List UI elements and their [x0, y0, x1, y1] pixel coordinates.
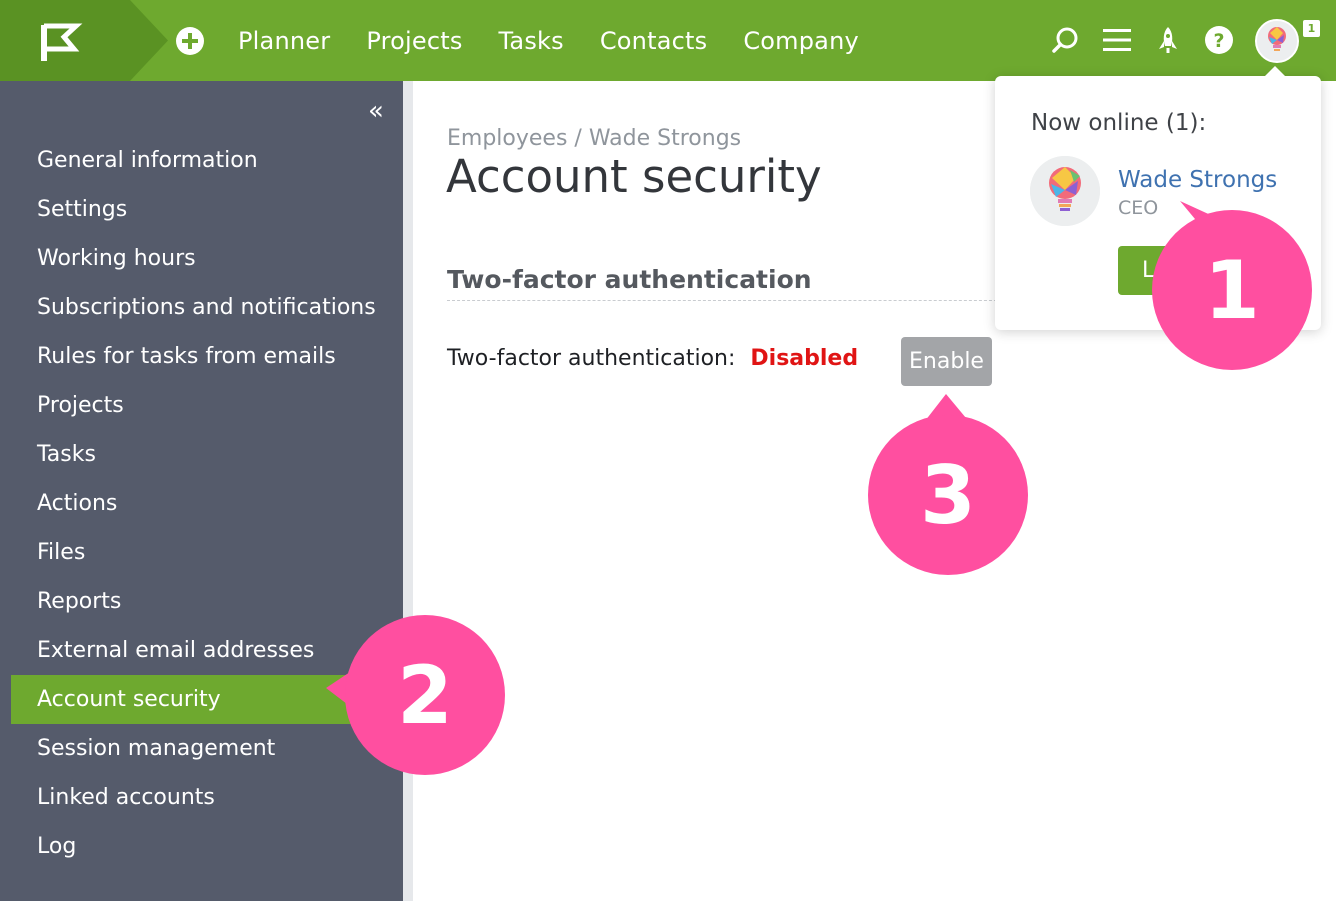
callout-3: 3 — [868, 415, 1028, 575]
sidebar-item-reports[interactable]: Reports — [11, 577, 403, 626]
sidebar-item-general-information[interactable]: General information — [11, 136, 403, 185]
nav-tasks[interactable]: Tasks — [499, 27, 564, 55]
sidebar-item-working-hours[interactable]: Working hours — [11, 234, 403, 283]
popup-title: Now online (1): — [1031, 110, 1207, 136]
sidebar-item-log[interactable]: Log — [11, 822, 403, 871]
section-title: Two-factor authentication — [447, 265, 812, 294]
user-avatar[interactable] — [1255, 19, 1299, 63]
enable-button[interactable]: Enable — [901, 337, 992, 386]
two-factor-label: Two-factor authentication: — [447, 346, 736, 371]
notification-badge: 1 — [1303, 20, 1320, 37]
sidebar-item-subscriptions[interactable]: Subscriptions and notifications — [11, 283, 403, 332]
online-user-name[interactable]: Wade Strongs — [1118, 167, 1277, 193]
sidebar-item-actions[interactable]: Actions — [11, 479, 403, 528]
double-chevron-left-icon[interactable]: « — [364, 98, 388, 124]
top-navigation-bar: Planner Projects Tasks Contacts Company … — [0, 0, 1336, 81]
two-factor-status: Disabled — [750, 346, 859, 371]
nav-projects[interactable]: Projects — [366, 27, 462, 55]
sidebar-item-email-rules[interactable]: Rules for tasks from emails — [11, 332, 403, 381]
sidebar-item-linked-accounts[interactable]: Linked accounts — [11, 773, 403, 822]
page-title: Account security — [446, 150, 822, 203]
search-icon[interactable] — [1049, 24, 1081, 56]
callout-2: 2 — [345, 615, 505, 775]
sidebar-item-files[interactable]: Files — [11, 528, 403, 577]
avatar[interactable] — [1030, 156, 1100, 226]
sidebar-menu: General information Settings Working hou… — [11, 136, 427, 871]
nav-planner[interactable]: Planner — [238, 27, 330, 55]
question-mark-icon[interactable]: ? — [1203, 24, 1235, 56]
sidebar-item-tasks[interactable]: Tasks — [11, 430, 403, 479]
main-nav: Planner Projects Tasks Contacts Company — [175, 0, 895, 81]
sidebar-item-settings[interactable]: Settings — [11, 185, 403, 234]
flag-logo-icon — [0, 0, 168, 81]
nav-contacts[interactable]: Contacts — [600, 27, 707, 55]
breadcrumb[interactable]: Employees / Wade Strongs — [447, 126, 741, 151]
two-factor-row: Two-factor authentication: Disabled — [447, 346, 858, 371]
sidebar-item-projects[interactable]: Projects — [11, 381, 403, 430]
plus-circle-icon[interactable] — [175, 26, 205, 56]
logo[interactable] — [0, 0, 168, 81]
sidebar-divider — [403, 81, 413, 901]
hamburger-menu-icon[interactable] — [1101, 24, 1133, 56]
callout-1: 1 — [1152, 210, 1312, 370]
nav-company[interactable]: Company — [743, 27, 859, 55]
rocket-icon[interactable] — [1152, 24, 1184, 56]
svg-text:?: ? — [1213, 30, 1224, 52]
section-divider — [447, 300, 1007, 301]
